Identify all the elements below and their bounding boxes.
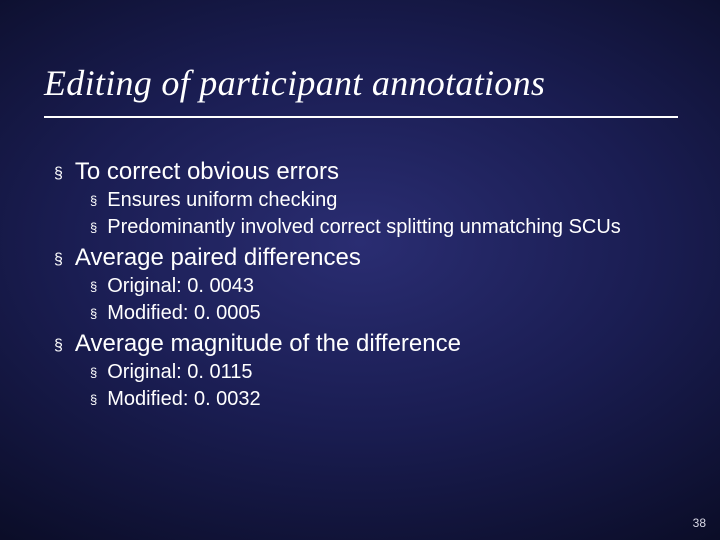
list-item: § Ensures uniform checking	[90, 188, 676, 213]
list-item-text: Average magnitude of the difference	[75, 330, 461, 358]
list-item-text: Original: 0. 0115	[107, 360, 252, 385]
title-underline	[44, 116, 678, 118]
bullet-icon: §	[90, 220, 97, 236]
list-item-text: Average paired differences	[75, 244, 361, 272]
slide-title: Editing of participant annotations	[44, 62, 676, 104]
bullet-icon: §	[90, 392, 97, 408]
slide-body: § To correct obvious errors § Ensures un…	[54, 158, 676, 412]
list-item: § Average magnitude of the difference	[54, 330, 676, 358]
list-item: § Modified: 0. 0032	[90, 387, 676, 412]
list-item-text: To correct obvious errors	[75, 158, 339, 186]
list-item-text: Original: 0. 0043	[107, 274, 254, 299]
list-item: § Average paired differences	[54, 244, 676, 272]
list-item: § To correct obvious errors	[54, 158, 676, 186]
bullet-icon: §	[54, 164, 63, 183]
list-item: § Original: 0. 0115	[90, 360, 676, 385]
bullet-icon: §	[54, 336, 63, 355]
list-item: § Modified: 0. 0005	[90, 301, 676, 326]
list-item-text: Ensures uniform checking	[107, 188, 337, 213]
bullet-icon: §	[54, 250, 63, 269]
bullet-icon: §	[90, 279, 97, 295]
page-number: 38	[693, 516, 706, 530]
slide: Editing of participant annotations § To …	[0, 0, 720, 540]
list-item: § Predominantly involved correct splitti…	[90, 215, 676, 240]
list-item-text: Predominantly involved correct splitting…	[107, 215, 621, 240]
bullet-icon: §	[90, 306, 97, 322]
bullet-icon: §	[90, 193, 97, 209]
list-item-text: Modified: 0. 0032	[107, 387, 260, 412]
bullet-icon: §	[90, 365, 97, 381]
list-item-text: Modified: 0. 0005	[107, 301, 260, 326]
list-item: § Original: 0. 0043	[90, 274, 676, 299]
